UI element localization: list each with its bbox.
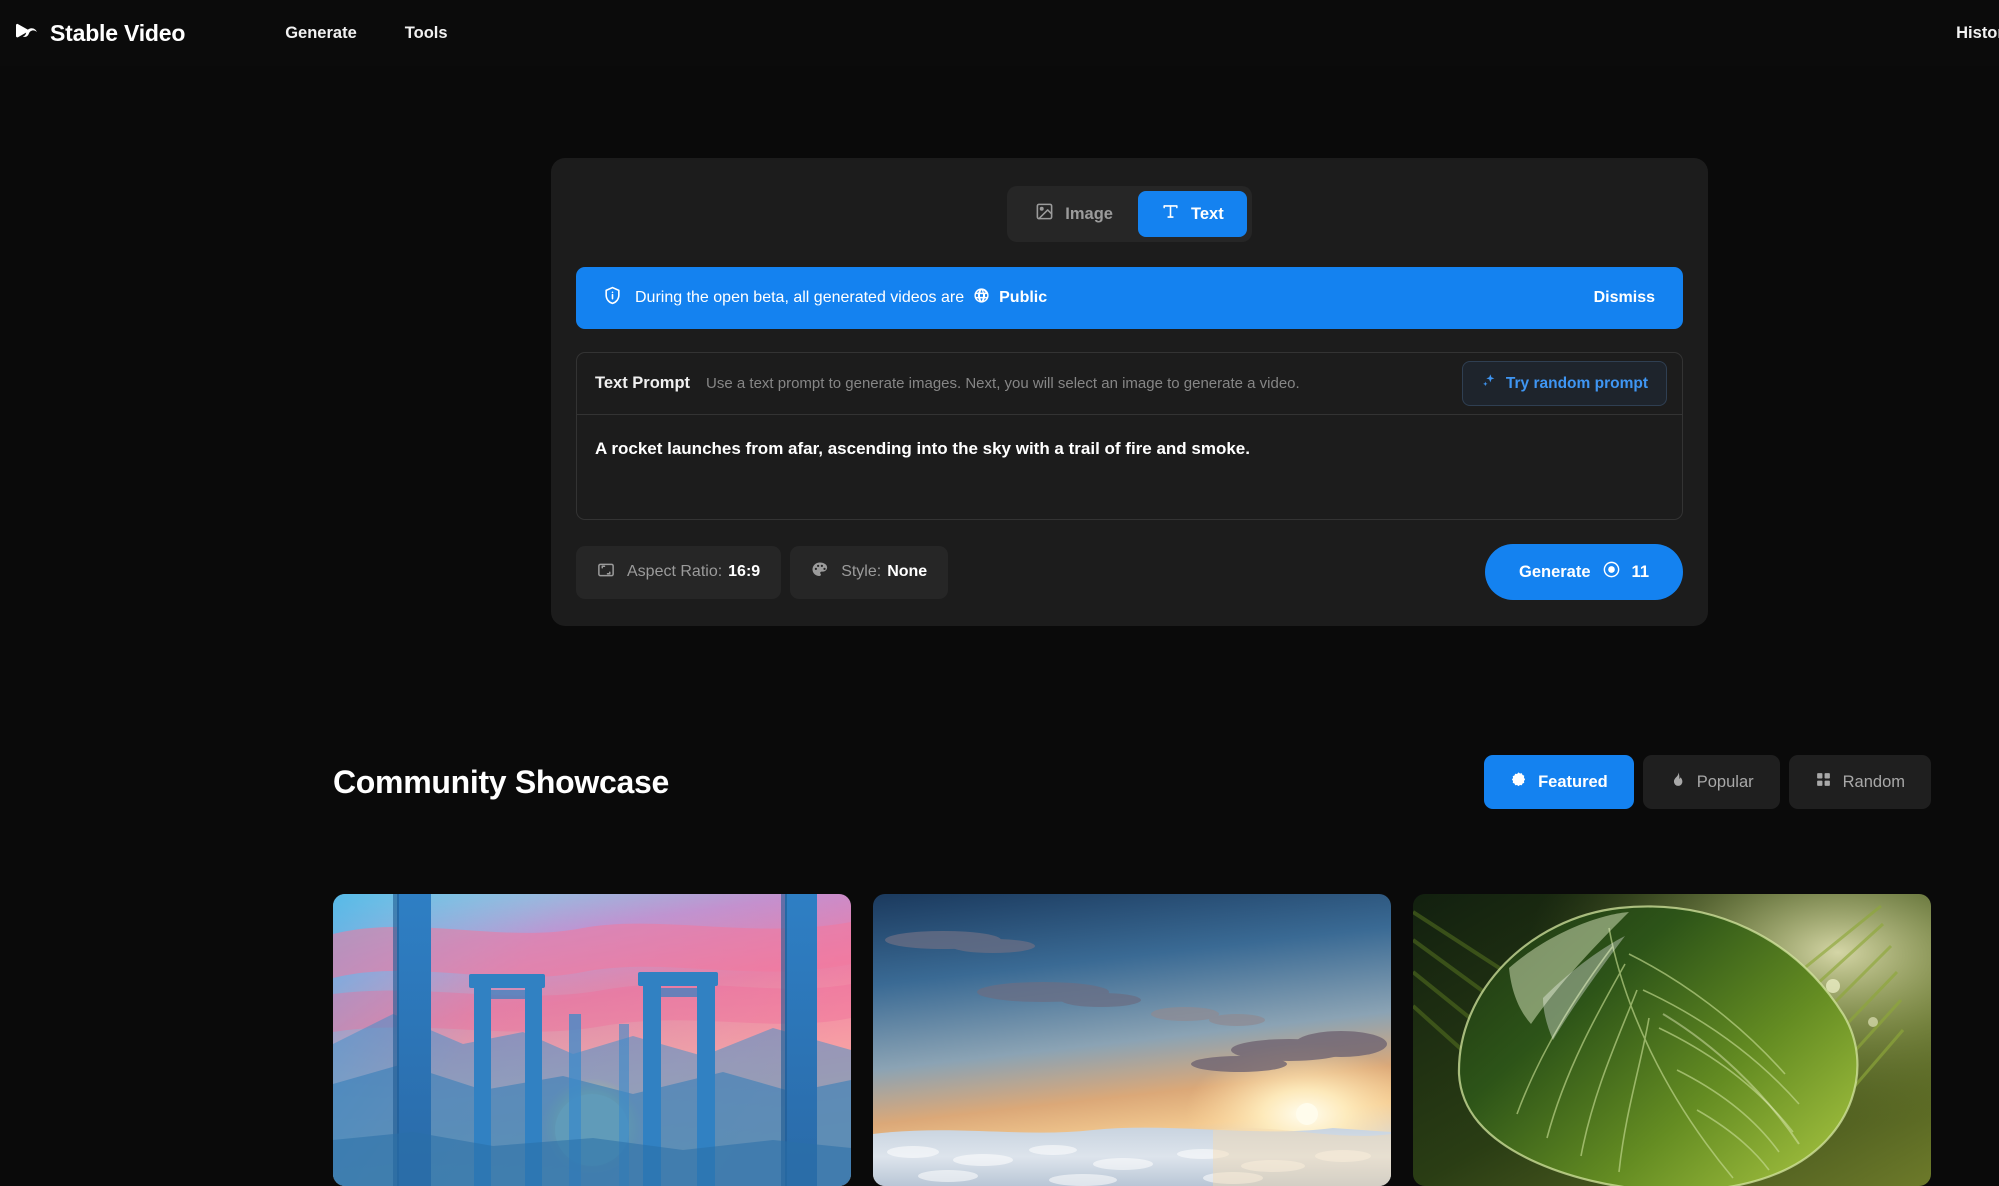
- filter-tab-popular-label: Popular: [1696, 772, 1754, 791]
- style-value: None: [887, 563, 928, 580]
- nav-link-tools[interactable]: Tools: [405, 24, 448, 43]
- mode-button-text[interactable]: Text: [1137, 191, 1247, 237]
- style-label: Style:: [841, 563, 882, 580]
- mode-button-image[interactable]: Image: [1012, 191, 1136, 237]
- badge-icon: [1510, 771, 1527, 793]
- filter-tab-popular[interactable]: Popular: [1642, 755, 1780, 809]
- filter-tab-random-label: Random: [1842, 772, 1905, 791]
- banner-visibility: Public: [973, 287, 1047, 309]
- aspect-ratio-icon: [597, 561, 615, 584]
- brand-logo[interactable]: Stable Video: [14, 20, 185, 47]
- palette-icon: [811, 561, 829, 584]
- text-type-icon: [1161, 202, 1180, 226]
- prompt-description: Use a text prompt to generate images. Ne…: [706, 375, 1300, 392]
- nav-links: Generate Tools: [285, 24, 447, 43]
- globe-icon: [973, 287, 990, 309]
- prompt-header: Text Prompt Use a text prompt to generat…: [577, 353, 1682, 415]
- generate-button-label: Generate: [1519, 562, 1591, 581]
- showcase-card[interactable]: [1413, 894, 1931, 1186]
- dismiss-banner-button[interactable]: Dismiss: [1594, 289, 1655, 307]
- shield-info-icon: [603, 286, 622, 310]
- filter-tab-featured-label: Featured: [1538, 772, 1608, 791]
- grid-icon: [1815, 771, 1832, 793]
- generate-credit-count: 11: [1631, 562, 1649, 581]
- banner-message-group: During the open beta, all generated vide…: [603, 286, 1047, 310]
- mode-toggle: Image Text: [1007, 186, 1252, 242]
- filter-tab-random[interactable]: Random: [1788, 755, 1931, 809]
- showcase-card[interactable]: [333, 894, 851, 1186]
- community-showcase-header: Community Showcase Featured Popular Rand…: [333, 755, 1931, 809]
- stable-video-logo-icon: [14, 20, 40, 46]
- nav-link-history[interactable]: History: [1956, 24, 1999, 43]
- page-title: Community Showcase: [333, 763, 670, 800]
- try-random-prompt-button[interactable]: Try random prompt: [1461, 361, 1667, 406]
- sparkles-icon: [1481, 373, 1497, 394]
- mode-button-text-label: Text: [1190, 204, 1224, 223]
- generate-button[interactable]: Generate 11: [1485, 544, 1683, 600]
- showcase-card-grid: [333, 894, 1931, 1186]
- mode-toggle-wrapper: Image Text: [576, 186, 1683, 242]
- filter-tab-featured[interactable]: Featured: [1484, 755, 1634, 809]
- banner-text: During the open beta, all generated vide…: [635, 287, 1047, 309]
- try-random-prompt-label: Try random prompt: [1505, 374, 1648, 392]
- generator-controls: Aspect Ratio: 16:9 Style: None Generate: [576, 544, 1683, 600]
- aspect-ratio-label: Aspect Ratio:: [627, 563, 723, 580]
- mode-button-image-label: Image: [1065, 204, 1113, 223]
- aspect-ratio-value: 16:9: [728, 563, 761, 580]
- credit-icon: [1602, 560, 1621, 584]
- beta-notice-banner: During the open beta, all generated vide…: [576, 267, 1683, 329]
- prompt-input-area[interactable]: A rocket launches from afar, ascending i…: [577, 415, 1682, 519]
- generator-panel: Image Text During the open beta, all gen…: [551, 158, 1708, 626]
- brand-name: Stable Video: [50, 19, 186, 46]
- image-icon: [1035, 202, 1054, 226]
- showcase-card[interactable]: [873, 894, 1391, 1186]
- top-navigation-bar: Stable Video Generate Tools History: [0, 0, 1999, 66]
- prompt-title: Text Prompt: [595, 374, 691, 392]
- showcase-filters: Featured Popular Random: [1484, 755, 1931, 809]
- prompt-box: Text Prompt Use a text prompt to generat…: [576, 352, 1683, 520]
- style-selector[interactable]: Style: None: [790, 545, 949, 599]
- banner-text-main: During the open beta, all generated vide…: [635, 289, 965, 306]
- aspect-ratio-selector[interactable]: Aspect Ratio: 16:9: [576, 545, 782, 599]
- banner-visibility-label: Public: [999, 289, 1048, 306]
- nav-right-group: History: [1956, 0, 1999, 66]
- flame-icon: [1669, 771, 1686, 793]
- prompt-input-value[interactable]: A rocket launches from afar, ascending i…: [595, 437, 1664, 462]
- generator-options: Aspect Ratio: 16:9 Style: None: [576, 545, 949, 599]
- nav-link-generate[interactable]: Generate: [285, 24, 357, 43]
